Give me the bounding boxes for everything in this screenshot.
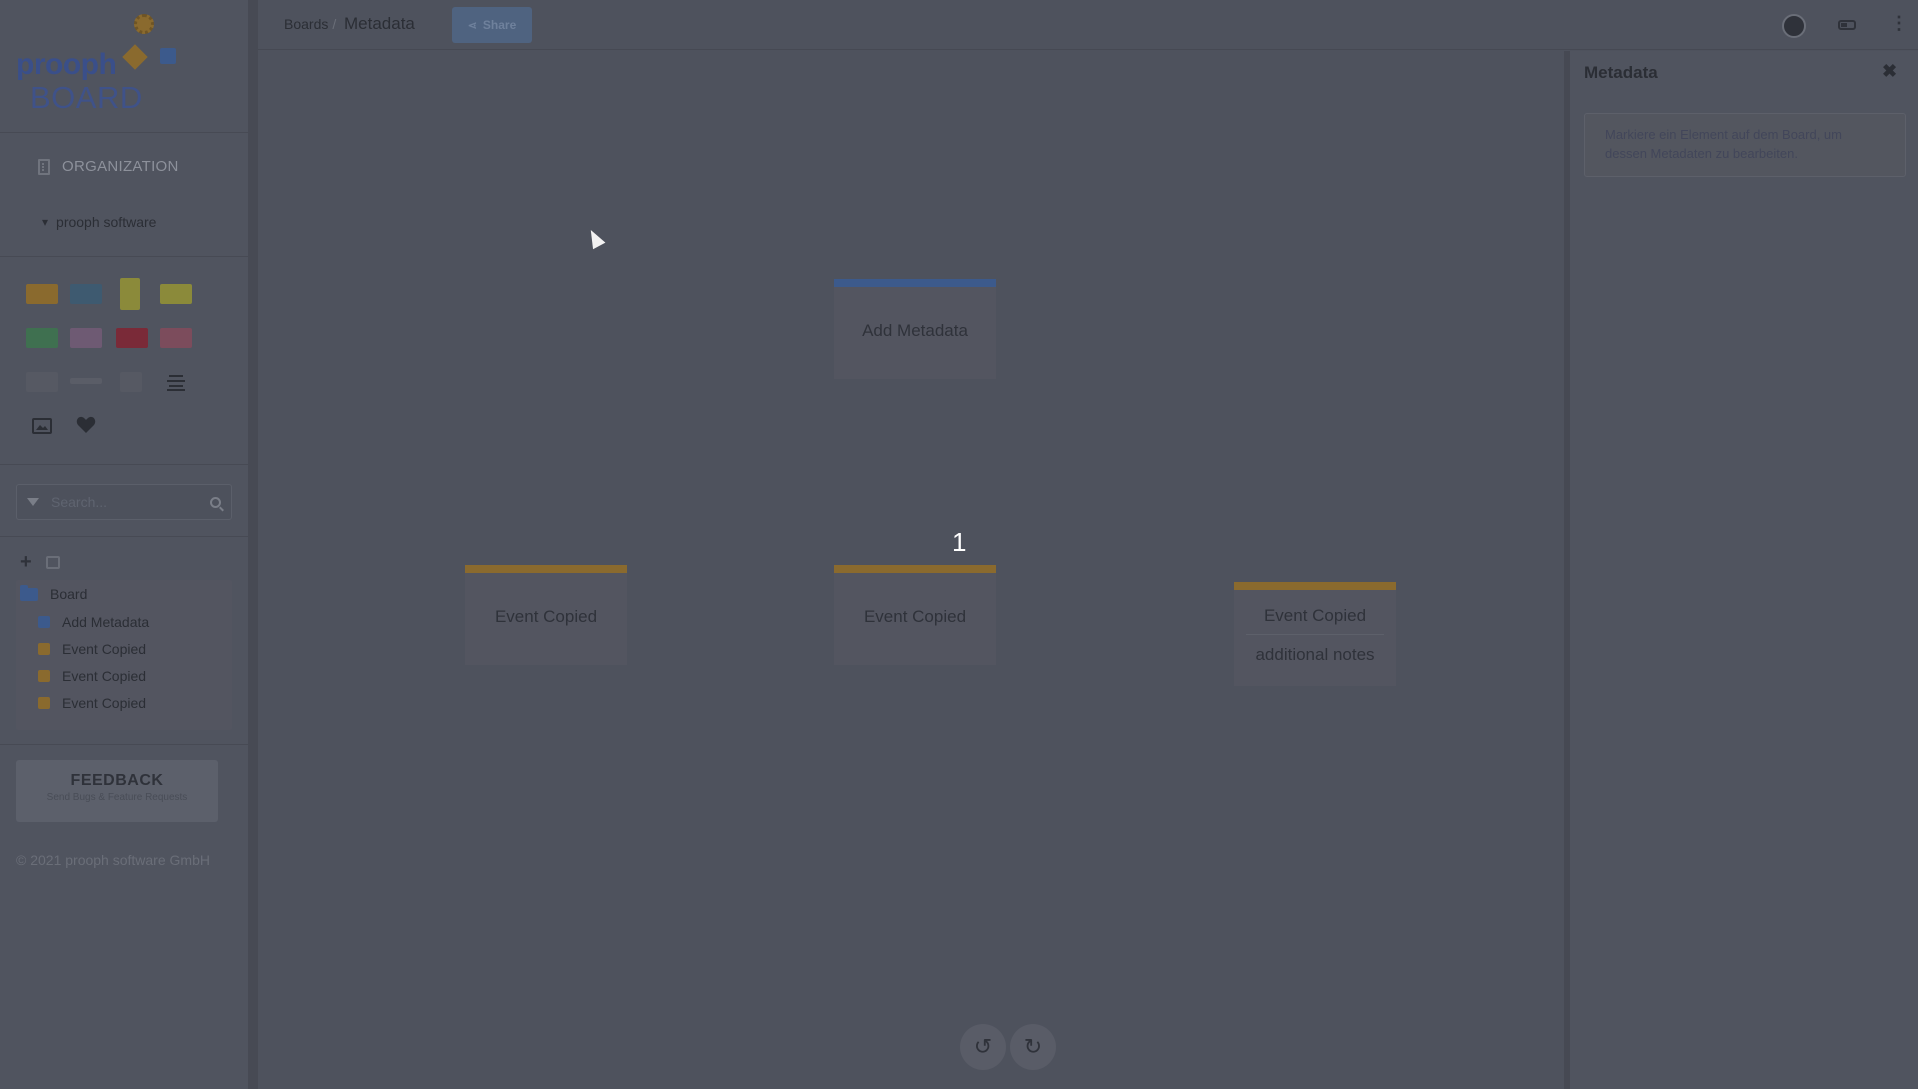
chevron-down-icon: ▾ <box>42 215 49 229</box>
logo-gear-icon <box>134 14 154 34</box>
panel-title: Metadata <box>1584 63 1658 82</box>
note-swatch[interactable] <box>26 372 58 392</box>
search-bar <box>16 484 232 520</box>
breadcrumb: Boards / <box>284 16 340 32</box>
logo-diamond-icon <box>122 44 148 70</box>
search-input[interactable] <box>51 494 198 510</box>
logo-subtext: BOARD <box>30 80 143 115</box>
tree-item-label: Event Copied <box>62 668 147 684</box>
board-card-event-copied[interactable]: Event Copied <box>465 565 627 665</box>
undo-icon: ↺ <box>973 1034 993 1059</box>
board-card-event-copied-notes[interactable]: Event Copied additional notes <box>1234 582 1396 686</box>
org-item-prooph-software[interactable]: ▾ prooph software <box>42 214 156 230</box>
divider <box>0 256 248 257</box>
tree-root-label: Board <box>50 586 88 602</box>
search-icon[interactable] <box>210 496 221 508</box>
feedback-subtitle: Send Bugs & Feature Requests <box>46 792 188 803</box>
tree-item-label: Add Metadata <box>62 614 150 630</box>
add-icon[interactable]: + <box>20 552 32 572</box>
card-label: Event Copied <box>494 607 598 626</box>
card-color-bar <box>834 279 996 287</box>
card-color-bar <box>834 565 996 573</box>
breadcrumb-separator: / <box>332 16 337 32</box>
command-color-icon <box>38 616 50 628</box>
sidebar-resize-handle[interactable] <box>248 0 258 1089</box>
topbar: Boards / Metadata ⋖ Share ⋮ <box>258 0 1918 50</box>
avatar[interactable] <box>1782 14 1806 38</box>
organization-label: ORGANIZATION <box>62 158 179 175</box>
folder-icon <box>20 584 38 601</box>
hotspot-swatch[interactable] <box>160 328 192 348</box>
card-color-bar <box>1234 582 1396 590</box>
card-label: Add Metadata <box>862 321 968 340</box>
undo-button[interactable]: ↺ <box>960 1024 1006 1070</box>
board-card-event-copied[interactable]: Event Copied <box>834 565 996 665</box>
breadcrumb-boards-link[interactable]: Boards <box>284 16 328 32</box>
event-swatch[interactable] <box>26 284 58 304</box>
redo-button[interactable]: ↻ <box>1010 1024 1056 1070</box>
divider <box>0 464 248 465</box>
divider <box>0 536 248 537</box>
text-swatch[interactable] <box>120 372 142 392</box>
close-icon[interactable]: ✖ <box>1882 61 1897 82</box>
metadata-panel: Metadata ✖ Markiere ein Element auf dem … <box>1570 51 1918 1089</box>
filter-icon[interactable] <box>27 498 39 506</box>
feedback-title: FEEDBACK <box>70 772 164 789</box>
building-icon <box>38 158 50 175</box>
share-button[interactable]: ⋖ Share <box>452 7 532 43</box>
element-tree: Board Add Metadata Event Copied Event Co… <box>16 580 232 730</box>
toggle-icon[interactable] <box>1838 20 1856 30</box>
tree-item[interactable]: Add Metadata <box>38 614 149 630</box>
document-swatch[interactable] <box>26 328 58 348</box>
tree-root-board[interactable]: Board <box>20 584 88 602</box>
share-label: Share <box>482 18 517 32</box>
card-label: Event Copied <box>1263 606 1367 625</box>
tree-item-label: Event Copied <box>62 641 147 657</box>
logo-text: prooph <box>16 48 117 81</box>
prooph-board-logo[interactable]: prooph BOARD <box>14 10 194 115</box>
tree-item-label: Event Copied <box>62 695 147 711</box>
organization-header[interactable]: ORGANIZATION <box>38 158 179 175</box>
logo-square-icon <box>160 48 176 64</box>
org-item-label: prooph software <box>56 214 157 230</box>
page-title: Metadata <box>344 14 415 33</box>
tree-actions: + <box>20 552 60 572</box>
feedback-button[interactable]: FEEDBACK Send Bugs & Feature Requests <box>16 760 218 822</box>
sidebar: prooph BOARD ORGANIZATION ▾ prooph softw… <box>0 0 248 1089</box>
board-canvas[interactable]: Add Metadata Event Copied Event Copied 1… <box>258 51 1564 1089</box>
image-icon[interactable] <box>32 418 52 434</box>
card-badge: 1 <box>952 527 967 557</box>
command-swatch[interactable] <box>70 284 102 304</box>
event-color-icon <box>38 697 50 709</box>
align-center-icon[interactable] <box>166 372 186 392</box>
mouse-cursor-icon <box>584 226 606 250</box>
event-color-icon <box>38 670 50 682</box>
redo-icon: ↻ <box>1023 1034 1043 1059</box>
event-color-icon <box>38 643 50 655</box>
error-swatch[interactable] <box>116 328 148 348</box>
share-icon: ⋖ <box>467 19 477 32</box>
line-swatch[interactable] <box>70 378 102 384</box>
tree-item[interactable]: Event Copied <box>38 641 146 657</box>
aggregate-swatch[interactable] <box>160 284 192 304</box>
card-notes: additional notes <box>1246 634 1384 665</box>
policy-swatch[interactable] <box>120 278 140 310</box>
more-menu-icon[interactable]: ⋮ <box>1890 14 1908 32</box>
divider <box>0 132 248 133</box>
card-color-bar <box>465 565 627 573</box>
tree-item[interactable]: Event Copied <box>38 695 146 711</box>
role-swatch[interactable] <box>70 328 102 348</box>
panel-info-message: Markiere ein Element auf dem Board, um d… <box>1584 113 1906 177</box>
copyright: © 2021 prooph software GmbH <box>16 852 210 868</box>
board-card-add-metadata[interactable]: Add Metadata <box>834 279 996 379</box>
tree-item[interactable]: Event Copied <box>38 668 146 684</box>
divider <box>0 744 248 745</box>
archive-icon[interactable] <box>45 555 60 569</box>
heart-icon[interactable] <box>76 416 96 434</box>
card-label: Event Copied <box>863 607 967 626</box>
